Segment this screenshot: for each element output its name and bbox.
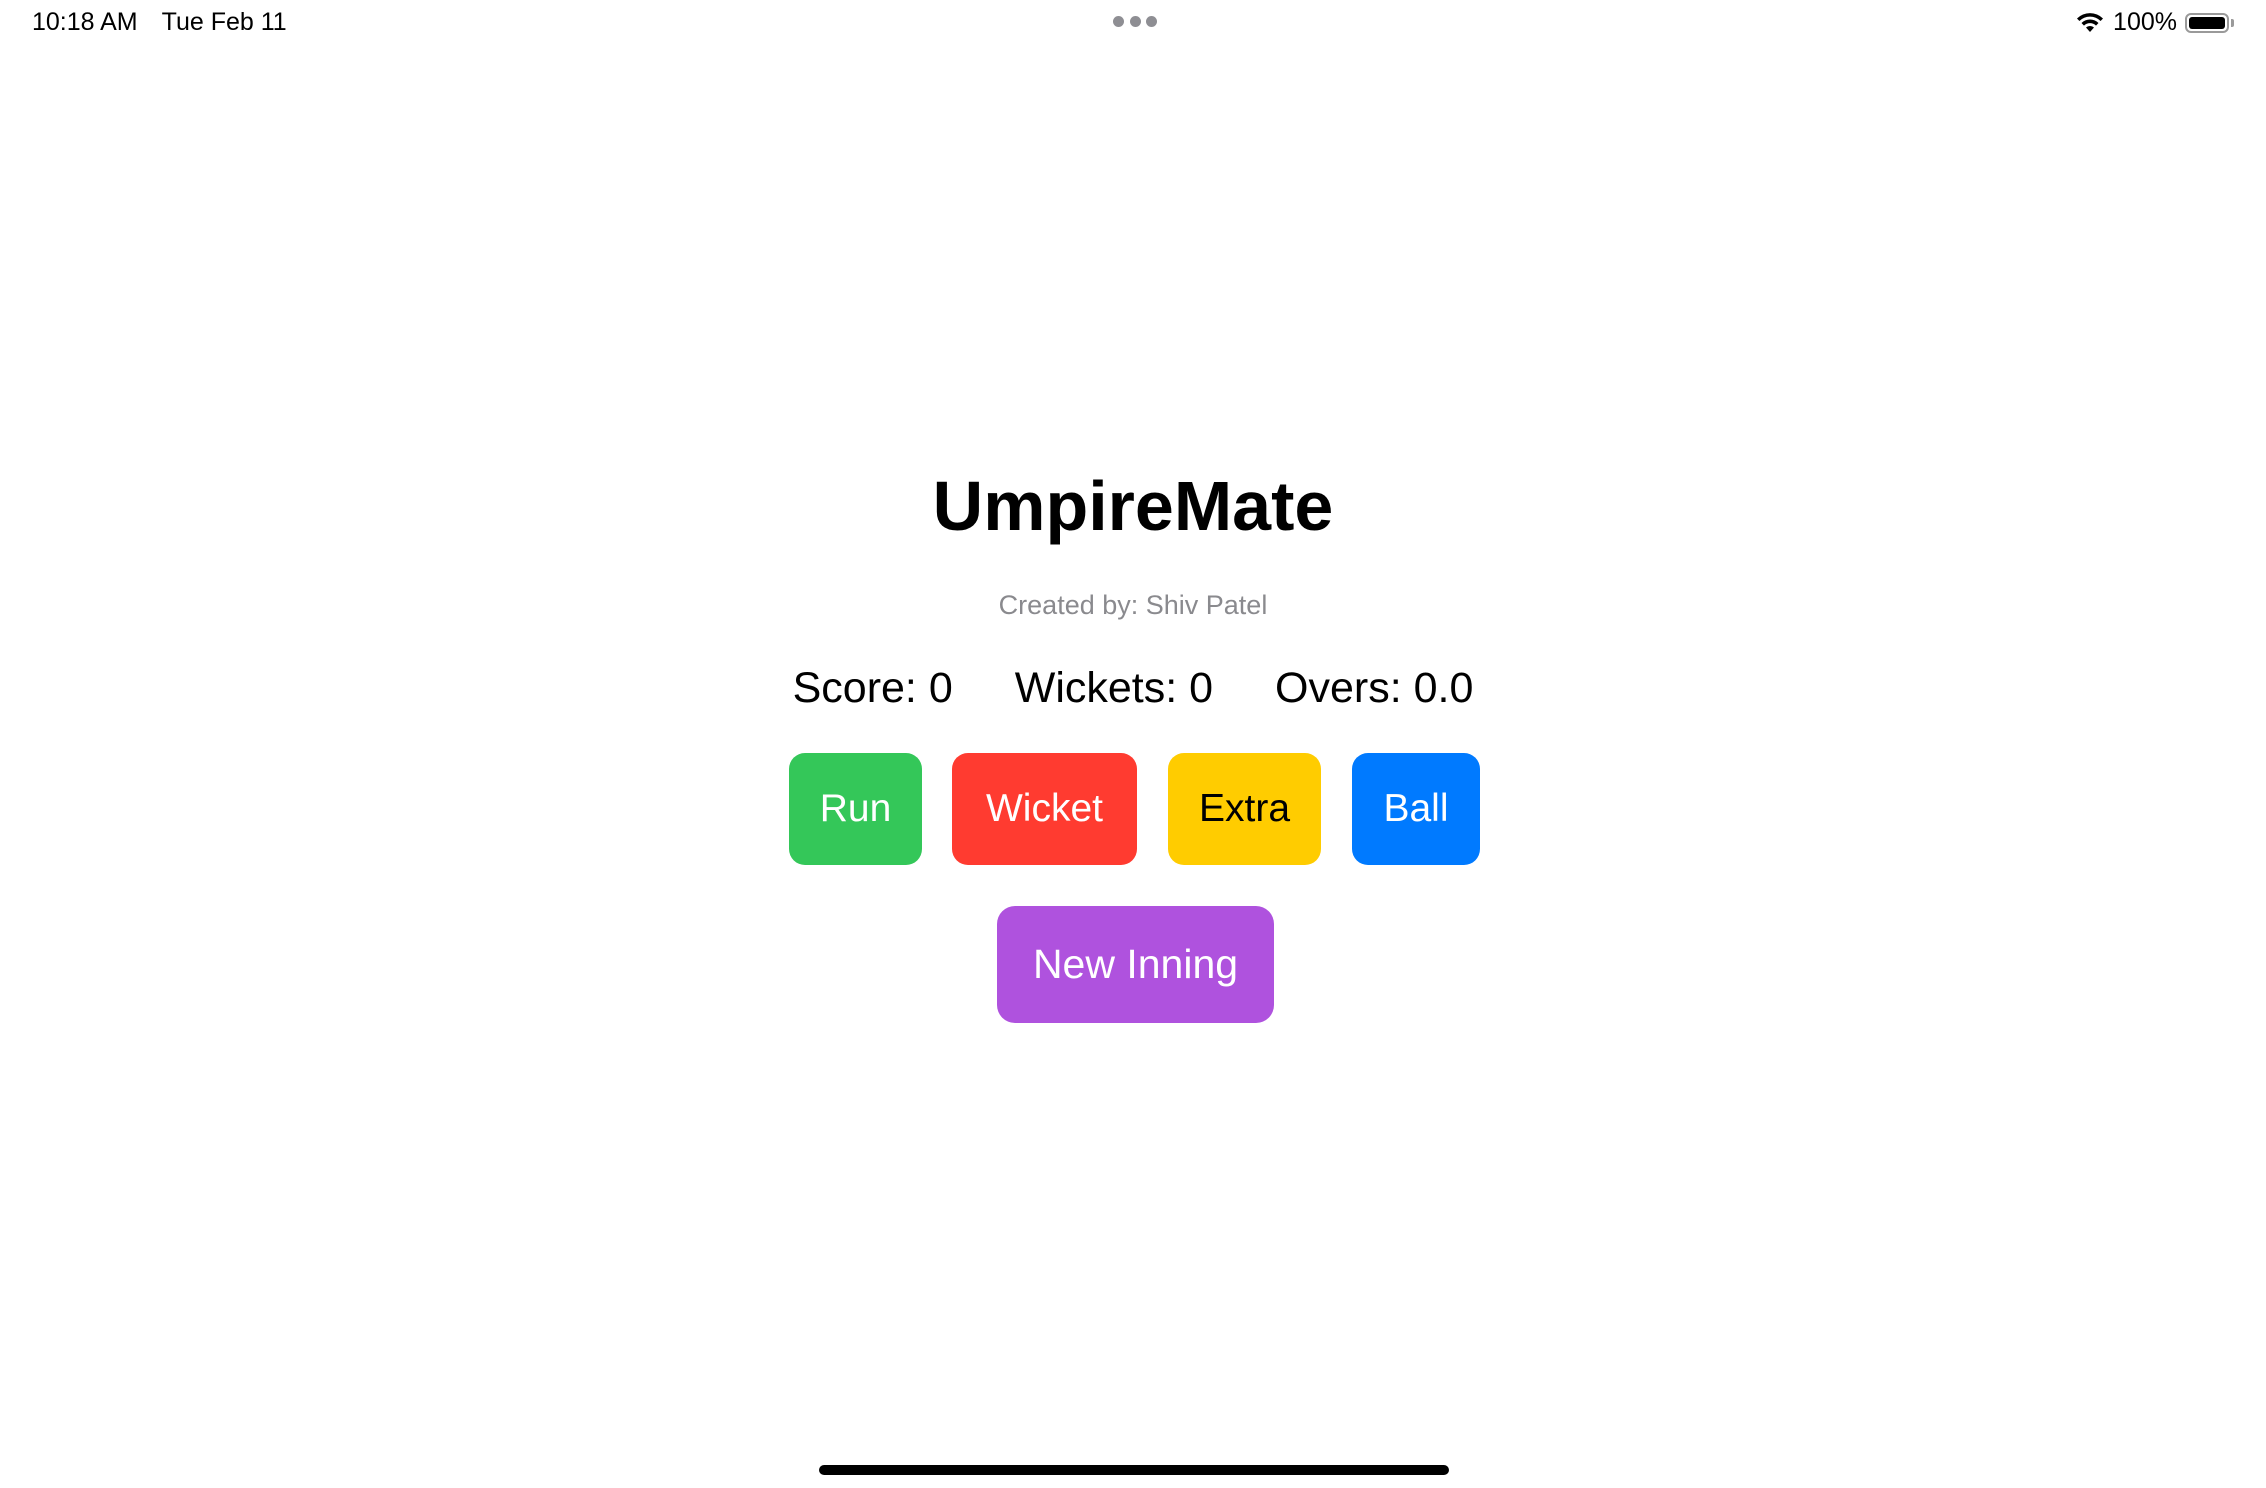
score-label: Score: 0 (792, 664, 953, 712)
ball-button[interactable]: Ball (1352, 753, 1480, 865)
wickets-label: Wickets: 0 (1014, 664, 1214, 712)
wicket-button[interactable]: Wicket (952, 753, 1137, 865)
overs-label: Overs: 0.0 (1275, 664, 1474, 712)
app-title: UmpireMate (932, 467, 1334, 545)
main-content: UmpireMate Created by: Shiv Patel Score:… (0, 0, 2266, 1488)
app-subtitle: Created by: Shiv Patel (998, 590, 1268, 620)
new-inning-button[interactable]: New Inning (997, 906, 1274, 1023)
app-screen: 10:18 AM Tue Feb 11 100% UmpireMate Crea… (0, 0, 2266, 1488)
run-button[interactable]: Run (789, 753, 922, 865)
score-summary: Score: 0 Wickets: 0 Overs: 0.0 (0, 662, 2266, 714)
extra-button[interactable]: Extra (1168, 753, 1321, 865)
home-indicator[interactable] (819, 1465, 1449, 1475)
